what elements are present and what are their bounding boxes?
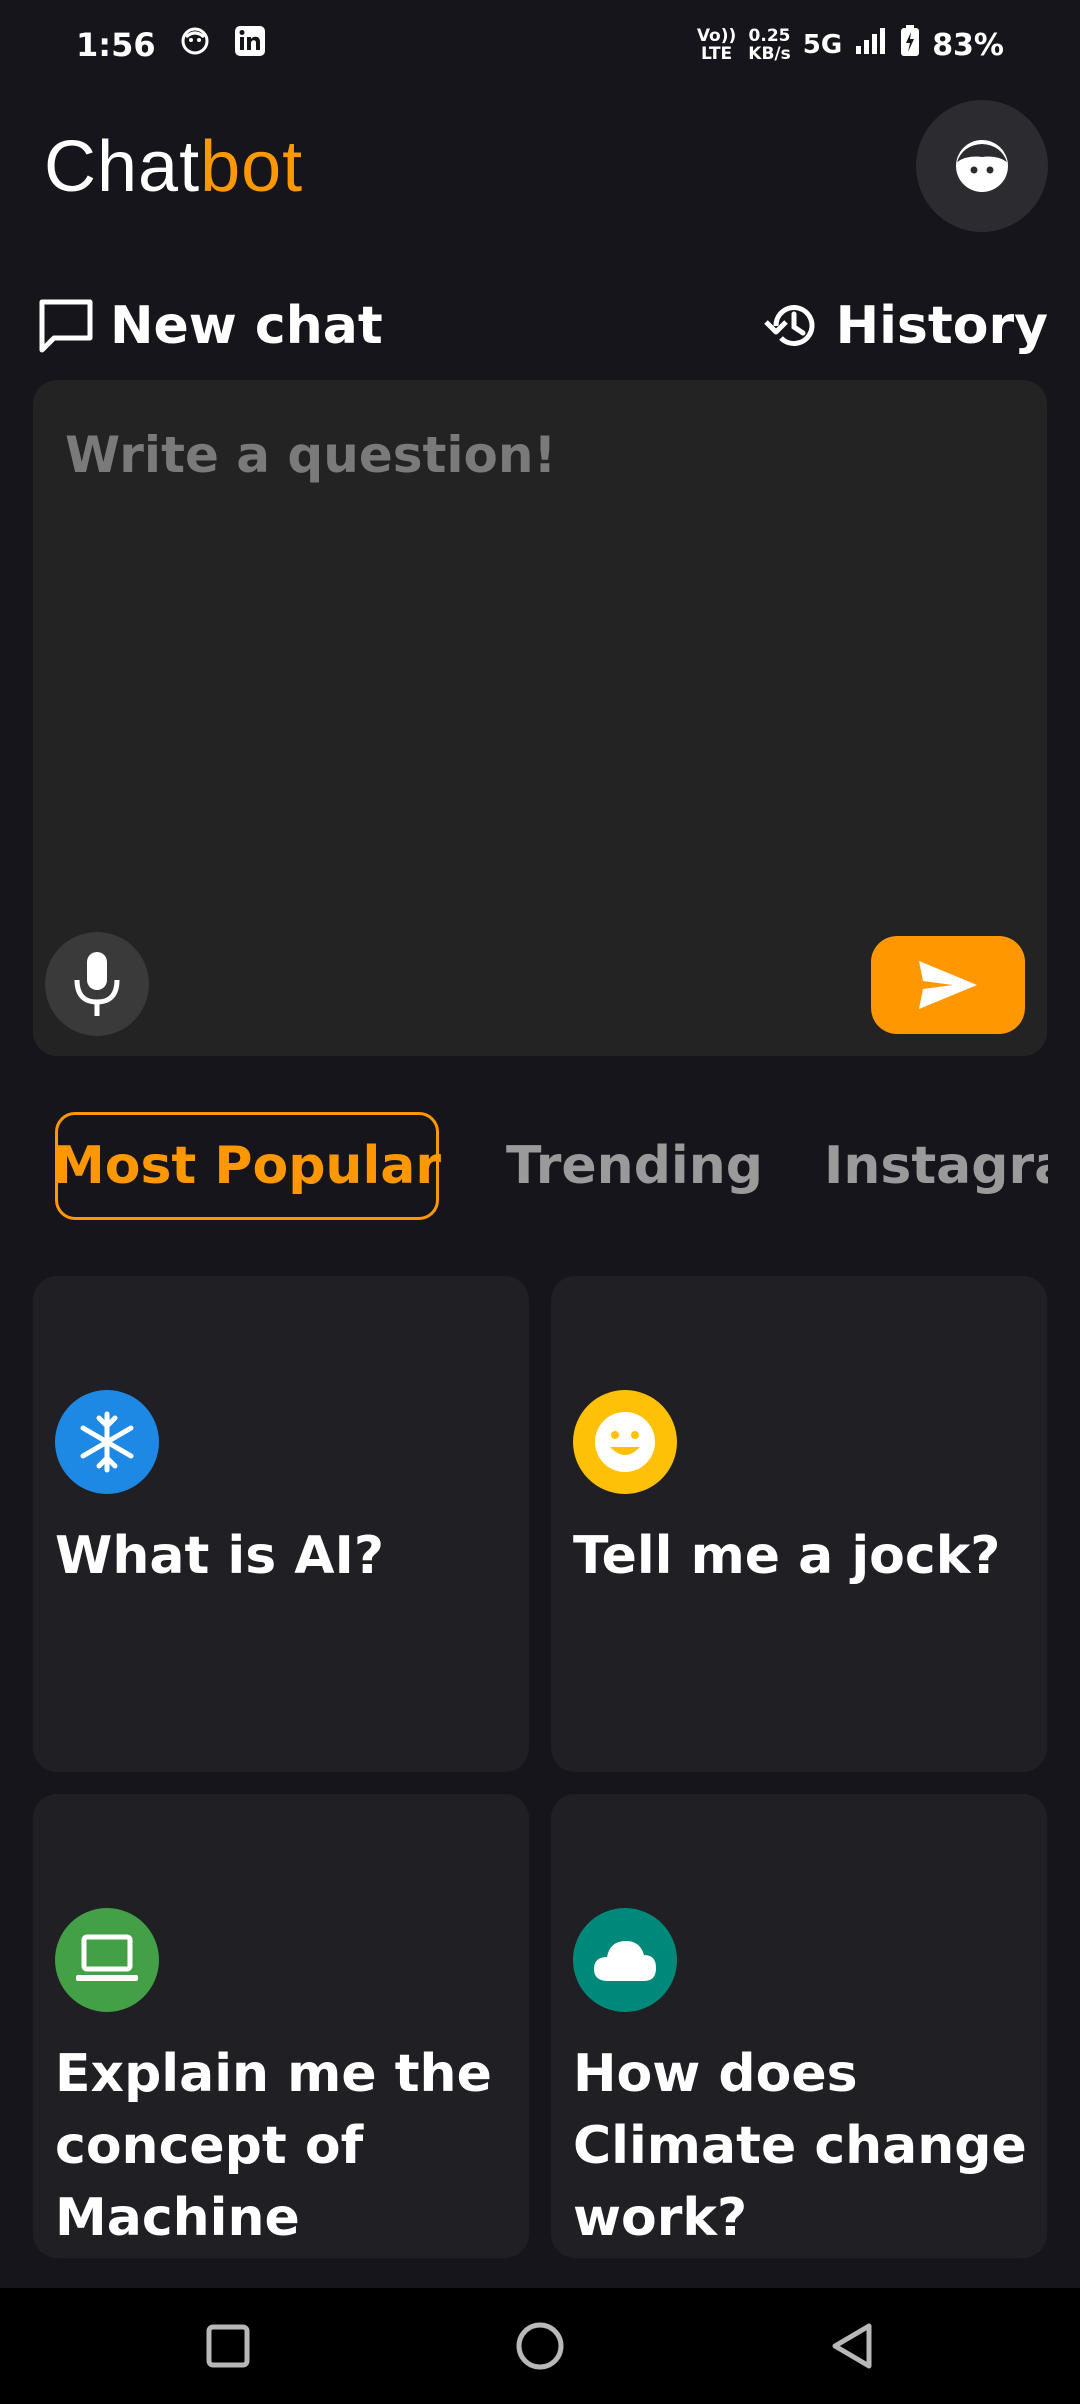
circle-icon [516, 2322, 564, 2370]
history-label: History [835, 296, 1048, 356]
network-speed: 0.25 KB/s [748, 27, 790, 63]
prompt-card[interactable]: Explain me the concept of Machine [33, 1794, 529, 2258]
volte-top: Vo)) [696, 26, 737, 46]
battery-icon [900, 25, 920, 65]
prompt-card-text: Explain me the concept of Machine [55, 2044, 492, 2248]
prompt-card[interactable]: What is AI? [33, 1276, 529, 1772]
network-type: 5G [802, 30, 843, 60]
tab-most-popular[interactable]: Most Popular [53, 1112, 441, 1220]
prompt-card[interactable]: How does Climate change work? [551, 1794, 1047, 2258]
question-box [33, 380, 1047, 1056]
prompt-card-text: Tell me a jock? [573, 1526, 1001, 1586]
action-row: New chat History [0, 288, 1080, 364]
back-button[interactable] [782, 2288, 922, 2404]
recents-button[interactable] [158, 2288, 298, 2404]
system-nav-bar [0, 2288, 1080, 2404]
laptop-icon [55, 1908, 159, 2012]
volte-indicator: Vo)) LTE [697, 27, 736, 63]
app-header: Chatbot [0, 90, 1080, 240]
send-button[interactable] [871, 936, 1025, 1034]
new-chat-label: New chat [110, 296, 383, 356]
notification-app-icon [180, 26, 210, 64]
square-icon [206, 2324, 250, 2368]
tab-trending[interactable]: Trending [506, 1112, 763, 1220]
snowflake-icon [55, 1390, 159, 1494]
chat-bubble-icon [39, 299, 93, 353]
status-left: 1:56 [76, 25, 266, 65]
prompt-card[interactable]: Tell me a jock? [551, 1276, 1047, 1772]
smiley-icon [573, 1390, 677, 1494]
tab-instagram[interactable]: Instagram [824, 1112, 1048, 1220]
prompt-card-text: What is AI? [55, 1526, 385, 1586]
app-title: Chatbot [44, 126, 303, 208]
new-chat-button[interactable]: New chat [36, 288, 383, 364]
mic-button[interactable] [45, 932, 149, 1036]
status-right: Vo)) LTE 0.25 KB/s 5G 83% [697, 25, 1004, 65]
signal-icon [854, 26, 888, 64]
status-bar: 1:56 Vo)) LTE 0.25 KB/s 5G 83% [0, 0, 1080, 90]
app-title-part1: Chat [44, 127, 201, 207]
microphone-icon [74, 952, 120, 1016]
app-title-part2: bot [200, 127, 304, 207]
volte-bottom: LTE [700, 44, 733, 64]
status-time: 1:56 [76, 26, 156, 64]
history-button[interactable]: History [762, 288, 1048, 364]
network-speed-unit: KB/s [748, 44, 791, 64]
battery-percent: 83% [932, 27, 1004, 63]
cloud-icon [573, 1908, 677, 2012]
category-tabs: Most Popular Trending Instagram [0, 1110, 1048, 1226]
prompt-card-text: How does Climate change work? [573, 2044, 1027, 2248]
face-icon [956, 140, 1008, 192]
triangle-back-icon [832, 2323, 872, 2369]
linkedin-icon [234, 25, 266, 65]
send-icon [919, 961, 977, 1009]
network-speed-value: 0.25 [748, 26, 791, 46]
history-icon [763, 305, 815, 347]
home-button[interactable] [470, 2288, 610, 2404]
profile-avatar-button[interactable] [916, 100, 1048, 232]
question-input[interactable] [33, 380, 1047, 900]
